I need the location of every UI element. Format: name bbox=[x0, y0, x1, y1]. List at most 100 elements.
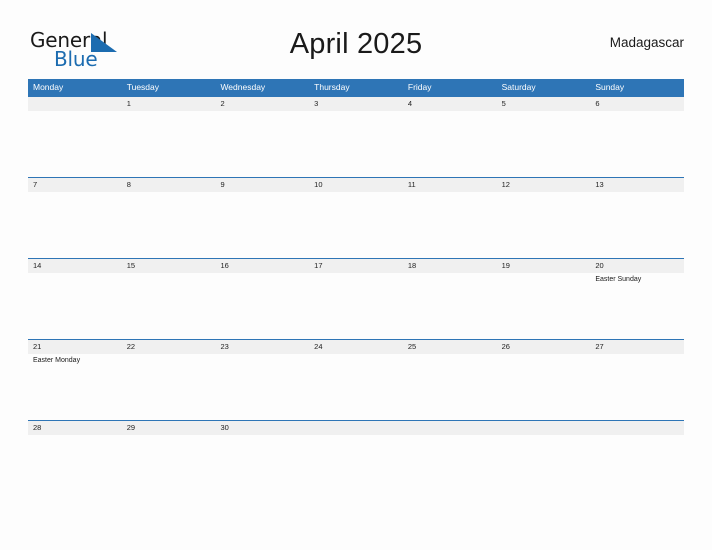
day-cell[interactable] bbox=[309, 435, 403, 501]
week-row: 21 22 23 24 25 26 27 Easter Monday bbox=[28, 339, 684, 420]
day-cell[interactable] bbox=[122, 354, 216, 420]
day-cell[interactable] bbox=[309, 192, 403, 258]
day-number[interactable]: 28 bbox=[28, 421, 122, 435]
day-events-band bbox=[28, 192, 684, 258]
day-cell[interactable] bbox=[403, 435, 497, 501]
day-number[interactable]: 15 bbox=[122, 259, 216, 273]
day-number[interactable]: 3 bbox=[309, 97, 403, 111]
day-events-band bbox=[28, 435, 684, 501]
day-number[interactable]: 6 bbox=[590, 97, 684, 111]
country-label: Madagascar bbox=[609, 35, 684, 50]
day-number[interactable]: 20 bbox=[590, 259, 684, 273]
day-cell[interactable] bbox=[590, 192, 684, 258]
day-number[interactable]: 4 bbox=[403, 97, 497, 111]
day-number[interactable]: 1 bbox=[122, 97, 216, 111]
calendar-page: General Blue April 2025 Madagascar Monda… bbox=[0, 0, 712, 550]
day-number[interactable] bbox=[403, 421, 497, 435]
day-cell[interactable] bbox=[497, 435, 591, 501]
day-cell[interactable] bbox=[497, 273, 591, 339]
weekday-header-saturday: Saturday bbox=[501, 82, 536, 92]
day-number[interactable]: 19 bbox=[497, 259, 591, 273]
weekday-header-monday: Monday bbox=[33, 82, 64, 92]
weekday-header-sunday: Sunday bbox=[595, 82, 625, 92]
day-number[interactable]: 26 bbox=[497, 340, 591, 354]
day-cell[interactable] bbox=[122, 273, 216, 339]
weekday-header-row: Monday Tuesday Wednesday Thursday Friday… bbox=[28, 79, 684, 96]
day-events-band: Easter Monday bbox=[28, 354, 684, 420]
weekday-header-thursday: Thursday bbox=[314, 82, 350, 92]
day-number[interactable]: 22 bbox=[122, 340, 216, 354]
day-cell[interactable] bbox=[28, 111, 122, 177]
day-number[interactable] bbox=[309, 421, 403, 435]
day-cell[interactable] bbox=[215, 192, 309, 258]
event-label: Easter Sunday bbox=[595, 276, 642, 283]
day-number[interactable]: 30 bbox=[215, 421, 309, 435]
day-cell[interactable] bbox=[403, 192, 497, 258]
day-number[interactable]: 13 bbox=[590, 178, 684, 192]
day-number[interactable]: 27 bbox=[590, 340, 684, 354]
day-number[interactable]: 12 bbox=[497, 178, 591, 192]
day-cell[interactable] bbox=[403, 111, 497, 177]
day-cell[interactable] bbox=[28, 435, 122, 501]
day-cell[interactable] bbox=[497, 354, 591, 420]
month-calendar-grid: Monday Tuesday Wednesday Thursday Friday… bbox=[28, 79, 684, 501]
day-cell[interactable] bbox=[403, 273, 497, 339]
day-events-band: Easter Sunday bbox=[28, 273, 684, 339]
day-cell[interactable] bbox=[122, 111, 216, 177]
day-number[interactable]: 16 bbox=[215, 259, 309, 273]
day-cell[interactable] bbox=[497, 192, 591, 258]
day-number[interactable]: 14 bbox=[28, 259, 122, 273]
week-row: 28 29 30 bbox=[28, 420, 684, 501]
day-cell[interactable]: Easter Sunday bbox=[590, 273, 684, 339]
day-cell[interactable] bbox=[28, 273, 122, 339]
day-number[interactable]: 10 bbox=[309, 178, 403, 192]
day-cell[interactable] bbox=[215, 273, 309, 339]
day-number[interactable]: 7 bbox=[28, 178, 122, 192]
day-number-band: 1 2 3 4 5 6 bbox=[28, 97, 684, 111]
day-cell[interactable] bbox=[590, 111, 684, 177]
day-cell[interactable] bbox=[590, 354, 684, 420]
day-cell[interactable] bbox=[28, 192, 122, 258]
day-cell[interactable] bbox=[122, 435, 216, 501]
day-number[interactable]: 23 bbox=[215, 340, 309, 354]
day-number[interactable] bbox=[497, 421, 591, 435]
day-number-band: 14 15 16 17 18 19 20 bbox=[28, 259, 684, 273]
day-number[interactable]: 5 bbox=[497, 97, 591, 111]
day-number[interactable] bbox=[28, 97, 122, 111]
weekday-header-tuesday: Tuesday bbox=[126, 82, 160, 92]
day-number[interactable]: 9 bbox=[215, 178, 309, 192]
week-row: 7 8 9 10 11 12 13 bbox=[28, 177, 684, 258]
day-number-band: 21 22 23 24 25 26 27 bbox=[28, 340, 684, 354]
day-number[interactable]: 24 bbox=[309, 340, 403, 354]
weekday-header-wednesday: Wednesday bbox=[220, 82, 266, 92]
week-row: 1 2 3 4 5 6 bbox=[28, 96, 684, 177]
day-number[interactable] bbox=[590, 421, 684, 435]
day-number[interactable]: 25 bbox=[403, 340, 497, 354]
day-number[interactable]: 18 bbox=[403, 259, 497, 273]
day-number[interactable]: 11 bbox=[403, 178, 497, 192]
day-cell[interactable] bbox=[497, 111, 591, 177]
day-cell[interactable] bbox=[309, 111, 403, 177]
day-cell[interactable]: Easter Monday bbox=[28, 354, 122, 420]
page-title: April 2025 bbox=[289, 28, 423, 60]
day-number[interactable]: 21 bbox=[28, 340, 122, 354]
day-cell[interactable] bbox=[215, 111, 309, 177]
day-number[interactable]: 17 bbox=[309, 259, 403, 273]
day-cell[interactable] bbox=[122, 192, 216, 258]
day-cell[interactable] bbox=[215, 354, 309, 420]
day-number-band: 7 8 9 10 11 12 13 bbox=[28, 178, 684, 192]
week-row: 14 15 16 17 18 19 20 Easter Sunday bbox=[28, 258, 684, 339]
day-number[interactable]: 8 bbox=[122, 178, 216, 192]
day-events-band bbox=[28, 111, 684, 177]
day-cell[interactable] bbox=[215, 435, 309, 501]
day-cell[interactable] bbox=[309, 354, 403, 420]
weekday-header-friday: Friday bbox=[407, 82, 432, 92]
day-number[interactable]: 2 bbox=[215, 97, 309, 111]
day-cell[interactable] bbox=[403, 354, 497, 420]
day-number-band: 28 29 30 bbox=[28, 421, 684, 435]
page-header: General Blue April 2025 Madagascar bbox=[28, 24, 684, 70]
event-label: Easter Monday bbox=[33, 357, 81, 364]
day-cell[interactable] bbox=[590, 435, 684, 501]
day-cell[interactable] bbox=[309, 273, 403, 339]
day-number[interactable]: 29 bbox=[122, 421, 216, 435]
